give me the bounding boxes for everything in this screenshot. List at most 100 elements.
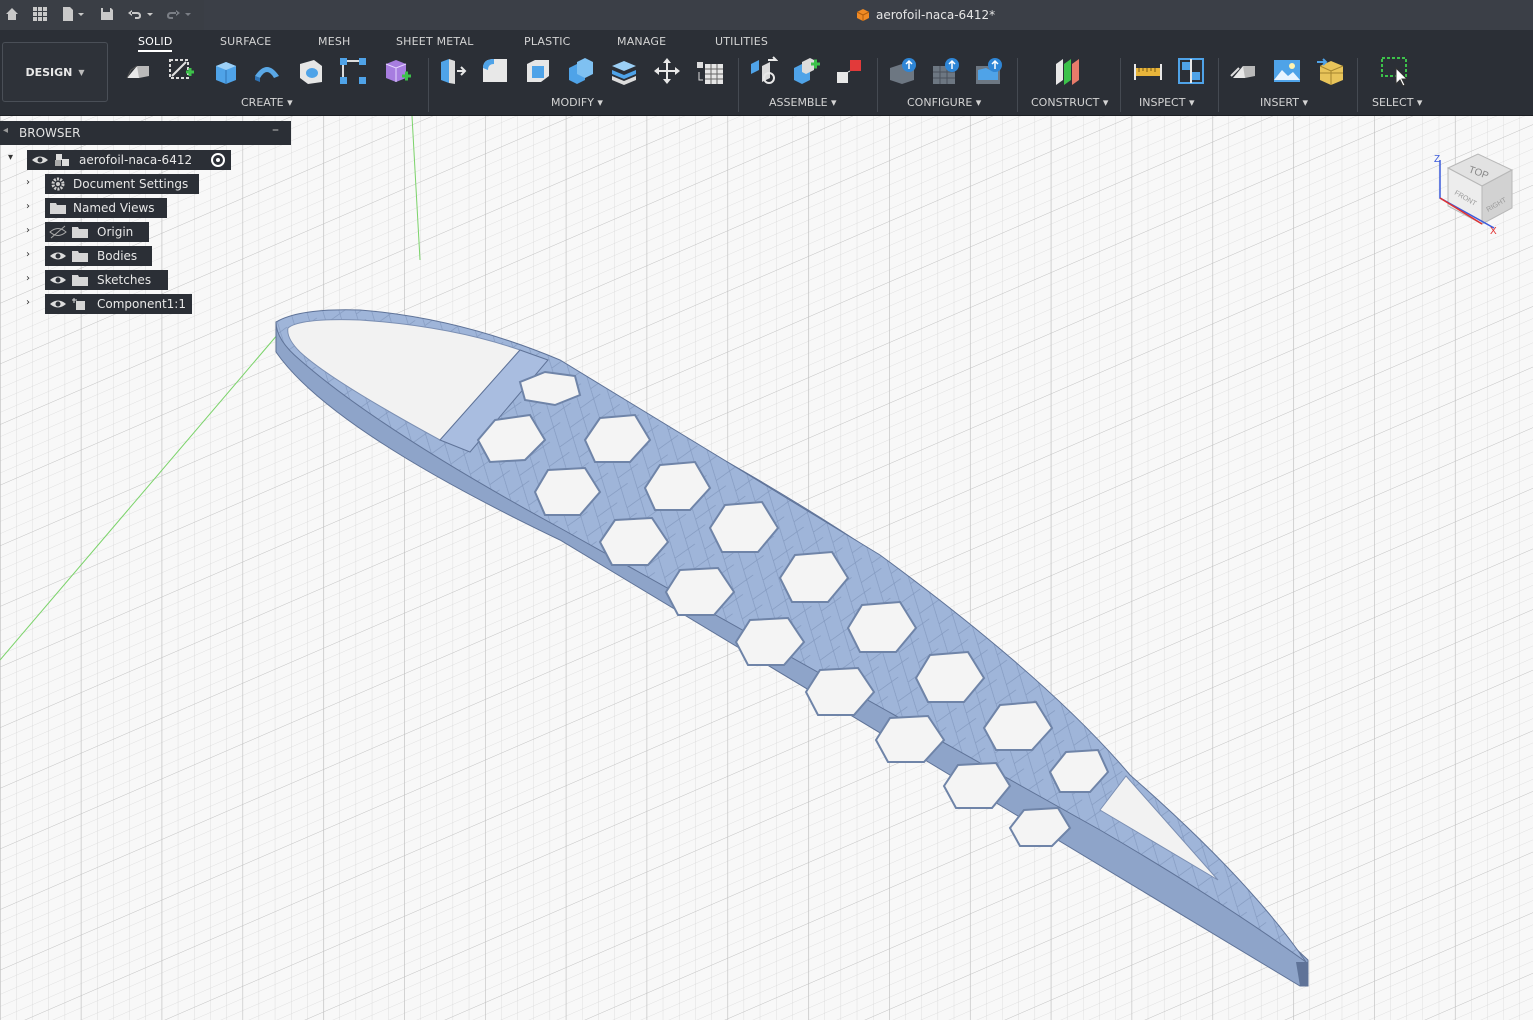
- browser-item-document-settings[interactable]: Document Settings: [45, 174, 199, 194]
- insert-menu[interactable]: INSERT ▾: [1260, 96, 1308, 109]
- tab-surface[interactable]: SURFACE: [220, 35, 271, 48]
- construct-group-label: CONSTRUCT: [1031, 96, 1100, 109]
- eye-icon[interactable]: [31, 153, 49, 167]
- select-group-label: SELECT: [1372, 96, 1414, 109]
- browser-item-bodies[interactable]: Bodies: [45, 246, 152, 266]
- workspace-switcher-button[interactable]: DESIGN ▼: [2, 42, 108, 102]
- toolbar-separator: [1357, 58, 1358, 112]
- browser-item-named-views[interactable]: Named Views: [45, 198, 167, 218]
- browser-panel-header[interactable]: ◂ BROWSER –: [0, 121, 291, 145]
- browser-item-component1[interactable]: Component1:1: [45, 294, 192, 314]
- configure-table-icon[interactable]: [888, 56, 918, 86]
- section-analysis-icon[interactable]: [1176, 56, 1206, 86]
- configure-rule-icon[interactable]: [931, 56, 961, 86]
- view-cube[interactable]: TOP FRONT RIGHT Z X: [1428, 148, 1520, 238]
- press-pull-icon[interactable]: [437, 56, 467, 86]
- joint-icon[interactable]: [748, 56, 778, 86]
- tab-solid[interactable]: SOLID: [138, 35, 173, 52]
- component-icon: [856, 9, 870, 21]
- chevron-down-icon: ▼: [78, 67, 85, 77]
- tab-sheet-metal[interactable]: SHEET METAL: [396, 35, 474, 48]
- fillet-icon[interactable]: [480, 56, 510, 86]
- rectangular-pattern-icon[interactable]: [338, 56, 368, 86]
- insert-mesh-icon[interactable]: [1316, 56, 1346, 86]
- chevron-right-icon[interactable]: ›: [26, 225, 38, 236]
- active-radio-icon[interactable]: [211, 153, 225, 167]
- document-title-text: aerofoil-naca-6412*: [876, 8, 996, 22]
- inspect-group-label: INSPECT: [1139, 96, 1186, 109]
- insert-group-label: INSERT: [1260, 96, 1299, 109]
- create-menu[interactable]: CREATE ▾: [241, 96, 293, 109]
- construct-menu[interactable]: CONSTRUCT ▾: [1031, 96, 1108, 109]
- eye-hidden-icon[interactable]: [49, 225, 67, 239]
- file-menu-icon[interactable]: [60, 6, 76, 22]
- tab-mesh[interactable]: MESH: [318, 35, 351, 48]
- eye-icon[interactable]: [49, 297, 67, 311]
- browser-item-sketches[interactable]: Sketches: [45, 270, 168, 290]
- title-bar: aerofoil-naca-6412*: [0, 0, 1533, 30]
- browser-root-node[interactable]: aerofoil-naca-6412: [27, 150, 231, 170]
- inspect-menu[interactable]: INSPECT ▾: [1139, 96, 1194, 109]
- configure-theme-icon[interactable]: [974, 56, 1004, 86]
- offset-faces-icon[interactable]: [609, 56, 639, 86]
- tab-plastic[interactable]: PLASTIC: [524, 35, 571, 48]
- undo-dropdown-icon[interactable]: [145, 6, 155, 22]
- redo-icon[interactable]: [165, 6, 181, 22]
- hole-icon[interactable]: [296, 56, 326, 86]
- browser-item-label: Component1:1: [97, 297, 186, 311]
- measure-icon[interactable]: [1133, 56, 1163, 86]
- gear-icon: [49, 177, 67, 191]
- redo-dropdown-icon[interactable]: [183, 6, 193, 22]
- configure-group-label: CONFIGURE: [907, 96, 973, 109]
- canvas-graphics: [0, 116, 1533, 1020]
- new-component-icon[interactable]: [123, 56, 153, 86]
- collapse-panel-icon[interactable]: ◂: [3, 125, 8, 136]
- chevron-down-icon[interactable]: ▾: [8, 152, 20, 163]
- revolve-icon[interactable]: [252, 56, 282, 86]
- change-parameters-icon[interactable]: [695, 56, 725, 86]
- combine-icon[interactable]: [566, 56, 596, 86]
- tab-manage[interactable]: MANAGE: [617, 35, 666, 48]
- chevron-right-icon[interactable]: ›: [26, 201, 38, 212]
- toolbar-separator: [738, 58, 739, 112]
- chevron-right-icon[interactable]: ›: [26, 249, 38, 260]
- configure-menu[interactable]: CONFIGURE ▾: [907, 96, 981, 109]
- select-icon[interactable]: [1380, 56, 1410, 86]
- shell-icon[interactable]: [523, 56, 553, 86]
- app-grid-icon[interactable]: [32, 6, 48, 22]
- eye-icon[interactable]: [49, 249, 67, 263]
- view-cube-x-label: X: [1490, 226, 1497, 237]
- toolbar-separator: [1017, 58, 1018, 112]
- ribbon-toolbar: DESIGN ▼ SOLID SURFACE MESH SHEET METAL …: [0, 30, 1533, 116]
- home-icon[interactable]: [4, 6, 20, 22]
- toolbar-separator: [428, 58, 429, 112]
- undo-icon[interactable]: [127, 6, 143, 22]
- browser-item-label: Bodies: [97, 249, 138, 263]
- assemble-menu[interactable]: ASSEMBLE ▾: [769, 96, 837, 109]
- create-sketch-icon[interactable]: [166, 56, 196, 86]
- select-menu[interactable]: SELECT ▾: [1372, 96, 1422, 109]
- chevron-right-icon[interactable]: ›: [26, 177, 38, 188]
- as-built-joint-icon[interactable]: [834, 56, 864, 86]
- offset-plane-icon[interactable]: [1053, 56, 1083, 86]
- chevron-right-icon[interactable]: ›: [26, 297, 38, 308]
- chevron-down-icon[interactable]: [76, 6, 86, 22]
- eye-icon[interactable]: [49, 273, 67, 287]
- folder-icon: [71, 273, 89, 287]
- document-title: aerofoil-naca-6412*: [856, 8, 995, 22]
- insert-derive-icon[interactable]: [1229, 56, 1259, 86]
- move-copy-icon[interactable]: [652, 56, 682, 86]
- 3d-viewport[interactable]: [0, 116, 1533, 1020]
- root-node-label: aerofoil-naca-6412: [79, 153, 193, 167]
- tab-utilities[interactable]: UTILITIES: [715, 35, 768, 48]
- insert-canvas-icon[interactable]: [1272, 56, 1302, 86]
- new-component-assemble-icon[interactable]: [791, 56, 821, 86]
- modify-menu[interactable]: MODIFY ▾: [551, 96, 603, 109]
- extrude-icon[interactable]: [210, 56, 240, 86]
- save-icon[interactable]: [99, 6, 115, 22]
- browser-item-origin[interactable]: Origin: [45, 222, 149, 242]
- chevron-right-icon[interactable]: ›: [26, 273, 38, 284]
- create-form-icon[interactable]: [382, 56, 412, 86]
- minimize-icon[interactable]: –: [272, 122, 279, 138]
- browser-item-label: Document Settings: [73, 177, 189, 191]
